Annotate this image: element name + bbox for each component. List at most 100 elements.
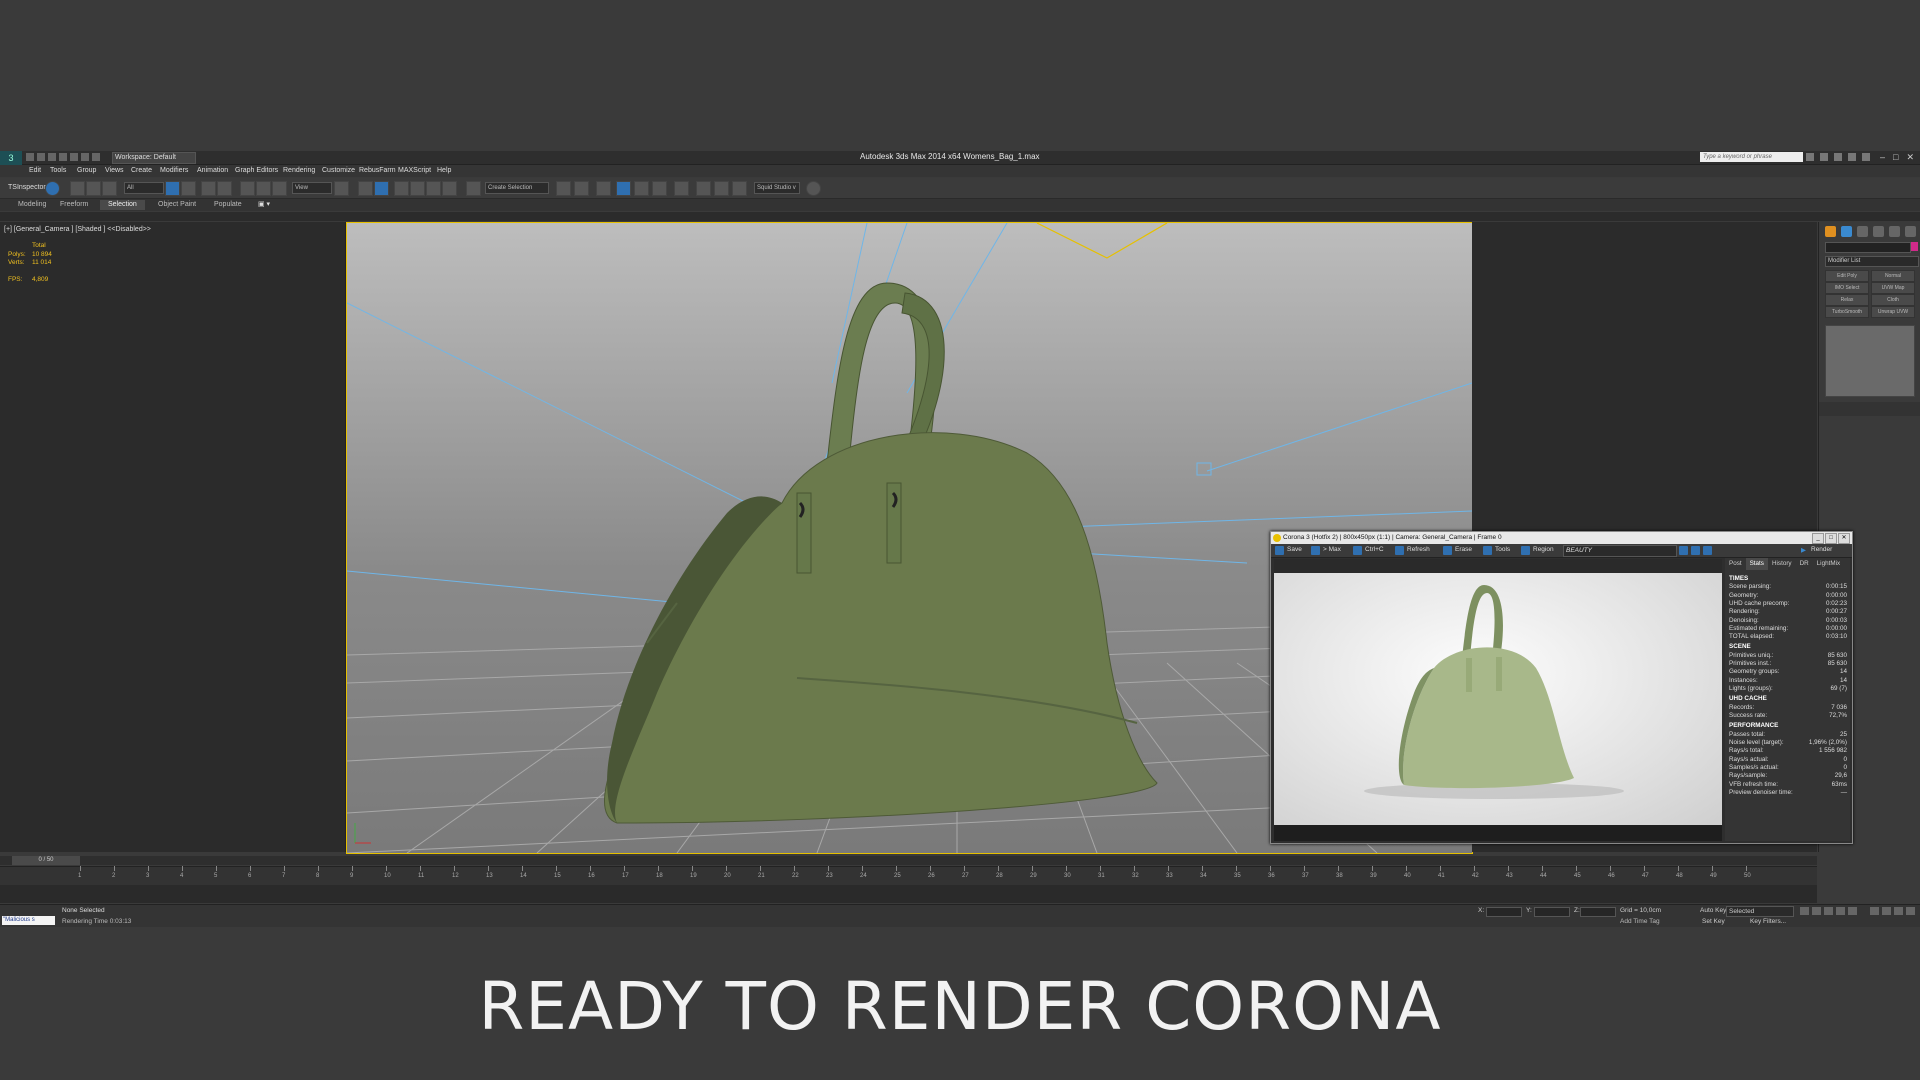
tab-freeform[interactable]: Freeform: [52, 200, 96, 210]
bind-spacewarp-icon[interactable]: [102, 181, 117, 196]
tab-modeling[interactable]: Modeling: [10, 200, 54, 210]
menu-help[interactable]: Help: [437, 167, 451, 174]
subscription-icon[interactable]: [1820, 153, 1828, 161]
tab-selection[interactable]: Selection: [100, 200, 145, 210]
vfb-tab-post[interactable]: Post: [1725, 558, 1746, 570]
rotate-icon[interactable]: [256, 181, 271, 196]
menu-rendering[interactable]: Rendering: [283, 167, 315, 174]
schematic-view-icon[interactable]: [652, 181, 667, 196]
vfb-copy-button[interactable]: Ctrl+C: [1365, 546, 1384, 553]
squid-studio-dropdown[interactable]: Squid Studio v: [754, 182, 800, 194]
menu-customize[interactable]: Customize: [322, 167, 355, 174]
menu-create[interactable]: Create: [131, 167, 152, 174]
time-slider[interactable]: 0 / 50: [0, 856, 1817, 865]
modifier-stack[interactable]: [1825, 325, 1915, 397]
app-logo-icon[interactable]: 3: [0, 151, 22, 165]
go-to-end-icon[interactable]: [1848, 907, 1857, 915]
select-link-icon[interactable]: [70, 181, 85, 196]
squid-render-icon[interactable]: [806, 181, 821, 196]
vfb-maximize-icon[interactable]: □: [1825, 533, 1837, 544]
vfb-close-icon[interactable]: ✕: [1838, 533, 1850, 544]
fit-icon[interactable]: [1703, 546, 1712, 555]
modifier-list-dropdown[interactable]: Modifier List: [1825, 256, 1919, 267]
viewport-label-menu[interactable]: [+] [General_Camera ] [Shaded ] <<Disabl…: [4, 226, 151, 233]
menu-edit[interactable]: Edit: [29, 167, 41, 174]
rendered-frame-window-icon[interactable]: [714, 181, 729, 196]
utilities-tab-icon[interactable]: [1905, 226, 1916, 237]
help-icon[interactable]: [1862, 153, 1870, 161]
vfb-tab-lightmix[interactable]: LightMix: [1813, 558, 1844, 570]
reference-coordinate-dropdown[interactable]: View: [292, 182, 332, 194]
vfb-to-max-button[interactable]: > Max: [1323, 546, 1341, 553]
bag-model[interactable]: [604, 282, 1158, 824]
move-icon[interactable]: [240, 181, 255, 196]
maximize-icon[interactable]: □: [1893, 152, 1898, 163]
zoom-in-icon[interactable]: [1679, 546, 1688, 555]
snaps-toggle-icon[interactable]: [394, 181, 409, 196]
vfb-minimize-icon[interactable]: _: [1812, 533, 1824, 544]
modifier-button-cloth[interactable]: Cloth: [1871, 294, 1915, 306]
vfb-erase-button[interactable]: Erase: [1455, 546, 1472, 553]
ribbon-options-icon[interactable]: ▣ ▾: [250, 200, 278, 210]
modifier-button-unwrap-uvw[interactable]: Unwrap UVW: [1871, 306, 1915, 318]
select-object-icon[interactable]: [165, 181, 180, 196]
search-input[interactable]: Type a keyword or phrase: [1700, 152, 1803, 162]
render-setup-icon[interactable]: [696, 181, 711, 196]
maximize-viewport-icon[interactable]: [1906, 907, 1915, 915]
modifier-button-relax[interactable]: Relax: [1825, 294, 1869, 306]
orbit-icon[interactable]: [1882, 907, 1891, 915]
object-name-field[interactable]: [1825, 242, 1911, 253]
align-icon[interactable]: [574, 181, 589, 196]
percent-snap-icon[interactable]: [426, 181, 441, 196]
binoculars-icon[interactable]: [1806, 153, 1814, 161]
display-tab-icon[interactable]: [1889, 226, 1900, 237]
open-icon[interactable]: [37, 153, 45, 161]
rect-selection-icon[interactable]: [201, 181, 216, 196]
window-crossing-icon[interactable]: [217, 181, 232, 196]
menu-rebusfarm[interactable]: RebusFarm: [359, 167, 396, 174]
save-icon[interactable]: [48, 153, 56, 161]
object-color-swatch[interactable]: [1911, 242, 1918, 251]
menu-tools[interactable]: Tools: [50, 167, 66, 174]
menu-group[interactable]: Group: [77, 167, 96, 174]
tab-populate[interactable]: Populate: [206, 200, 250, 210]
unlink-icon[interactable]: [86, 181, 101, 196]
tab-object-paint[interactable]: Object Paint: [150, 200, 204, 210]
material-editor-icon[interactable]: [674, 181, 689, 196]
communication-icon[interactable]: [1834, 153, 1842, 161]
scale-icon[interactable]: [272, 181, 287, 196]
vfb-region-button[interactable]: Region: [1533, 546, 1554, 553]
project-folder-icon[interactable]: [81, 153, 89, 161]
close-icon[interactable]: ✕: [1906, 152, 1914, 163]
render-production-icon[interactable]: [732, 181, 747, 196]
named-selection-dropdown[interactable]: Create Selection: [485, 182, 549, 194]
vfb-tab-history[interactable]: History: [1768, 558, 1796, 570]
light-gizmo-icon[interactable]: [1196, 462, 1212, 476]
tsinspector-icon[interactable]: [45, 181, 60, 196]
corona-frame-buffer-window[interactable]: Corona 3 (Hotfix 2) | 800x450px (1:1) | …: [1270, 531, 1853, 844]
hierarchy-tab-icon[interactable]: [1857, 226, 1868, 237]
modify-tab-icon[interactable]: [1841, 226, 1852, 237]
pan-icon[interactable]: [1894, 907, 1903, 915]
rendered-image[interactable]: [1274, 573, 1722, 825]
vfb-refresh-button[interactable]: Refresh: [1407, 546, 1430, 553]
previous-frame-icon[interactable]: [1812, 907, 1821, 915]
mirror-icon[interactable]: [556, 181, 571, 196]
add-time-tag[interactable]: Add Time Tag: [1620, 918, 1660, 925]
vfb-tools-button[interactable]: Tools: [1495, 546, 1510, 553]
redo-icon[interactable]: [70, 153, 78, 161]
set-key-button[interactable]: Set Key: [1702, 918, 1725, 925]
pivot-center-icon[interactable]: [334, 181, 349, 196]
vfb-render-button[interactable]: Render: [1811, 546, 1832, 553]
y-coord-field[interactable]: [1534, 907, 1570, 917]
next-frame-icon[interactable]: [1836, 907, 1845, 915]
hold-icon[interactable]: [92, 153, 100, 161]
tsinspector-label[interactable]: TSInspector: [8, 184, 46, 191]
menu-views[interactable]: Views: [105, 167, 124, 174]
maxscript-listener-input[interactable]: "Malicious s: [2, 916, 55, 925]
render-element-dropdown[interactable]: BEAUTY: [1563, 545, 1677, 557]
create-tab-icon[interactable]: [1825, 226, 1836, 237]
modifier-button-turbosmooth[interactable]: TurboSmooth: [1825, 306, 1869, 318]
workspace-dropdown[interactable]: Workspace: Default: [112, 152, 196, 164]
zoom-out-icon[interactable]: [1691, 546, 1700, 555]
